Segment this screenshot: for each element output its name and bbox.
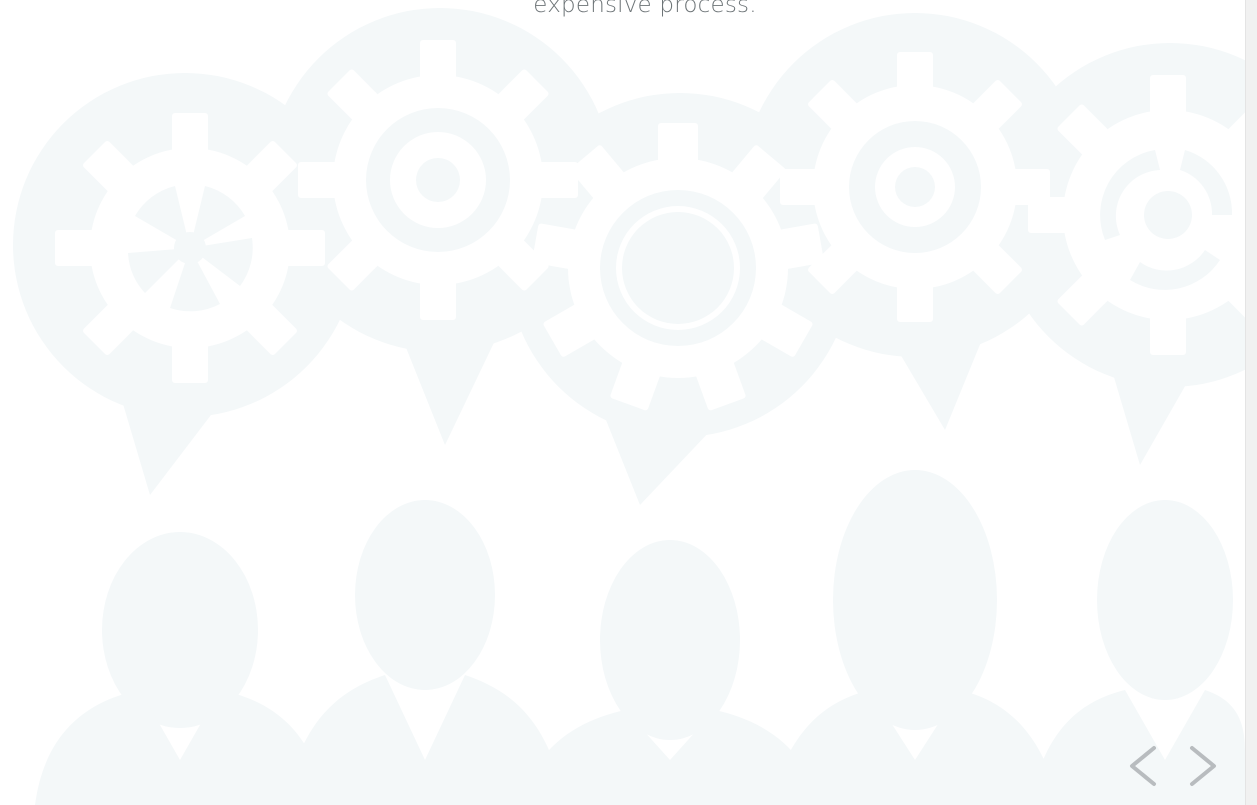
hero-slide: expensive process. [0, 0, 1257, 805]
team-gears-illustration [13, 8, 1245, 805]
chevron-left-icon[interactable] [1124, 742, 1164, 790]
slide-caption: expensive process. [533, 0, 757, 18]
chevron-right-icon[interactable] [1182, 742, 1222, 790]
vertical-scrollbar[interactable] [1245, 0, 1257, 805]
